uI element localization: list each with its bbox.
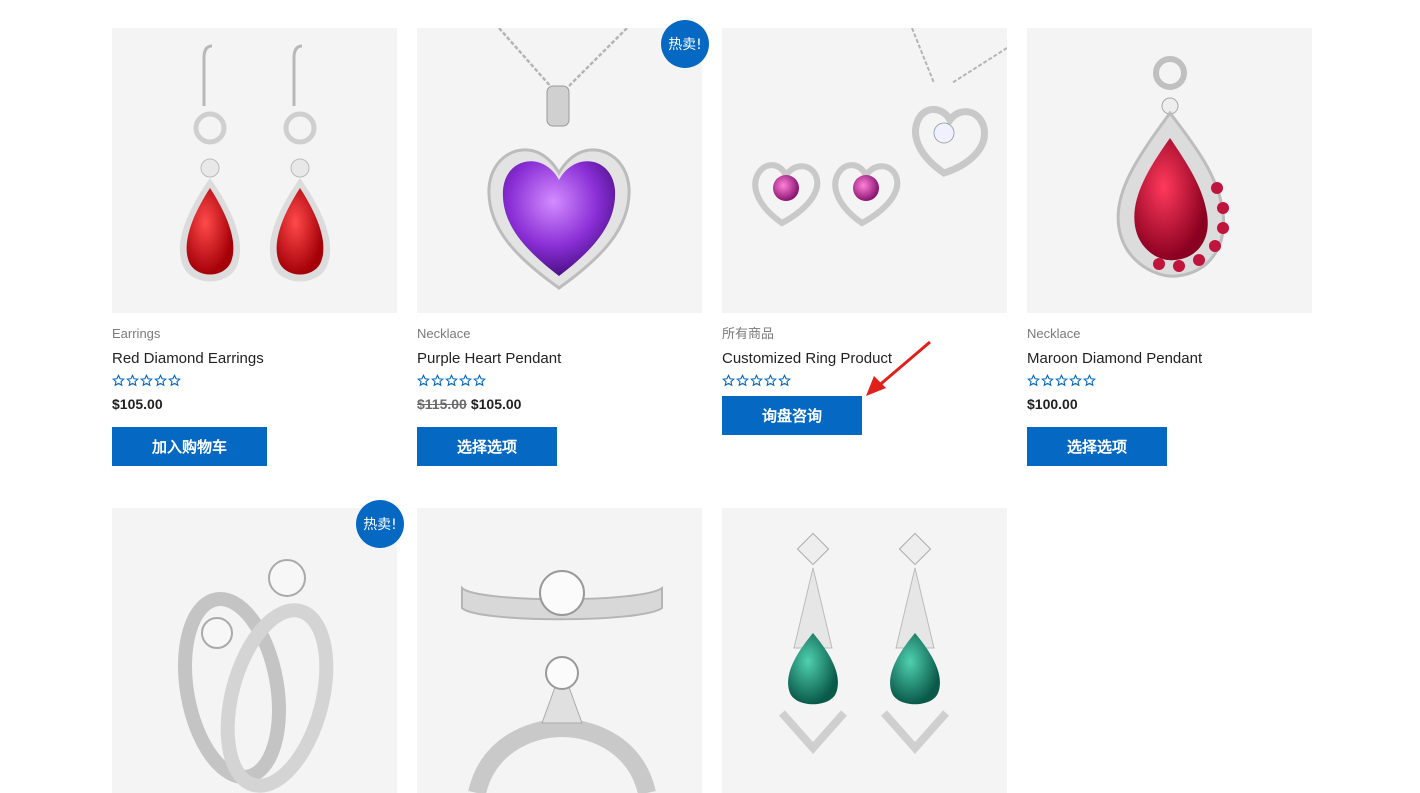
star-outline-icon <box>764 374 777 387</box>
star-outline-icon <box>431 374 444 387</box>
product-image-link[interactable] <box>1027 28 1312 313</box>
emerald-drop-earrings-icon <box>779 532 949 755</box>
original-price: $115.00 <box>417 396 467 412</box>
star-outline-icon <box>445 374 458 387</box>
star-outline-icon <box>126 374 139 387</box>
product-card: Earrings Red Diamond Earrings $105.00 加入… <box>112 28 397 466</box>
star-rating <box>417 374 702 388</box>
star-outline-icon <box>1069 374 1082 387</box>
product-image-link[interactable] <box>112 28 397 313</box>
star-outline-icon <box>1027 374 1040 387</box>
star-outline-icon <box>1083 374 1096 387</box>
product-image-link[interactable] <box>417 28 702 313</box>
diamond-ring-pair-icon <box>178 559 334 793</box>
product-price: $100.00 <box>1027 396 1312 412</box>
star-outline-icon <box>1041 374 1054 387</box>
product-image-link[interactable] <box>722 28 1007 313</box>
sale-badge: 热卖! <box>661 20 709 68</box>
star-outline-icon <box>778 374 791 387</box>
star-outline-icon <box>417 374 430 387</box>
product-card: 热卖! <box>112 500 404 793</box>
product-title[interactable]: Maroon Diamond Pendant <box>1027 350 1312 368</box>
product-category[interactable]: Earrings <box>112 326 397 342</box>
product-image-link[interactable] <box>112 508 397 793</box>
product-category[interactable]: Necklace <box>1027 326 1312 342</box>
heart-jewelry-set-icon <box>752 28 1007 227</box>
annotation-arrow-icon <box>866 340 931 396</box>
product-card: 热卖! Necklace Purple Heart Pendant $115.0… <box>417 20 709 466</box>
star-outline-icon <box>459 374 472 387</box>
red-drop-earrings-icon <box>179 44 331 282</box>
product-image-link[interactable] <box>722 508 1007 793</box>
inquiry-button[interactable]: 询盘咨询 <box>722 396 862 435</box>
product-category[interactable]: Necklace <box>417 326 702 342</box>
star-outline-icon <box>722 374 735 387</box>
current-price: $100.00 <box>1027 396 1078 412</box>
sale-price: $105.00 <box>470 396 522 412</box>
product-price: $105.00 <box>112 396 397 412</box>
add-to-cart-button[interactable]: 加入购物车 <box>112 427 267 466</box>
purple-heart-pendant-icon <box>487 28 631 290</box>
star-outline-icon <box>140 374 153 387</box>
star-rating <box>1027 374 1312 388</box>
star-outline-icon <box>168 374 181 387</box>
star-outline-icon <box>473 374 486 387</box>
star-outline-icon <box>154 374 167 387</box>
star-rating <box>112 374 397 388</box>
maroon-drop-pendant-icon <box>1116 56 1229 278</box>
product-card: Necklace Maroon Diamond Pendant $100.00 … <box>1027 28 1312 466</box>
star-outline-icon <box>736 374 749 387</box>
product-title[interactable]: Purple Heart Pendant <box>417 350 702 368</box>
star-outline-icon <box>750 374 763 387</box>
product-title[interactable]: Red Diamond Earrings <box>112 350 397 368</box>
product-price: $115.00 $105.00 <box>417 396 702 412</box>
select-options-button[interactable]: 选择选项 <box>1027 427 1167 466</box>
current-price: $105.00 <box>112 396 163 412</box>
product-card <box>722 508 1007 793</box>
product-image-link[interactable] <box>417 508 702 793</box>
star-outline-icon <box>112 374 125 387</box>
sale-badge: 热卖! <box>356 500 404 548</box>
product-card <box>417 508 702 793</box>
solitaire-ring-icon <box>461 570 663 793</box>
select-options-button[interactable]: 选择选项 <box>417 427 557 466</box>
star-outline-icon <box>1055 374 1068 387</box>
